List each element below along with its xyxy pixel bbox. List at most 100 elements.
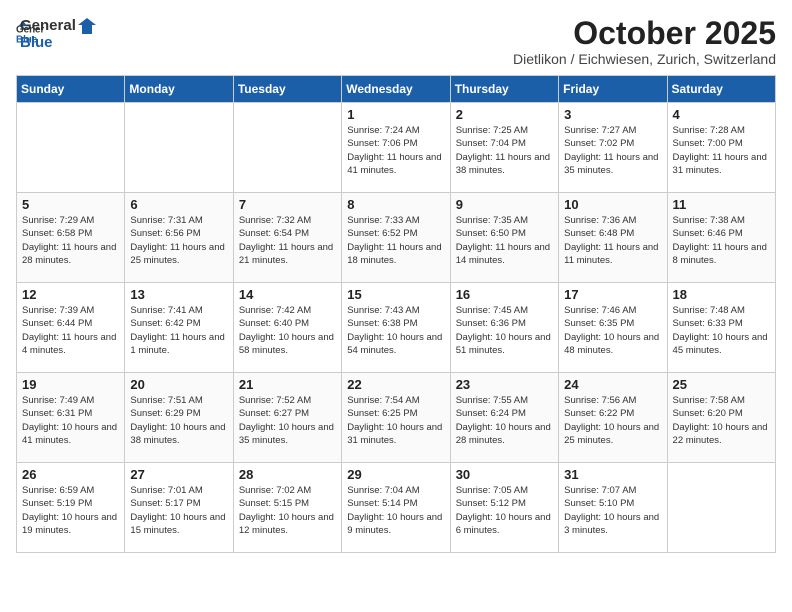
day-number: 10 — [564, 197, 661, 212]
day-number: 14 — [239, 287, 336, 302]
calendar-cell: 1Sunrise: 7:24 AMSunset: 7:06 PMDaylight… — [342, 103, 450, 193]
calendar-cell: 5Sunrise: 7:29 AMSunset: 6:58 PMDaylight… — [17, 193, 125, 283]
logo-bird-icon — [78, 16, 96, 34]
day-info: Sunrise: 7:25 AMSunset: 7:04 PMDaylight:… — [456, 124, 553, 177]
day-number: 22 — [347, 377, 444, 392]
day-number: 23 — [456, 377, 553, 392]
calendar-cell: 2 Sunrise: 7:25 AMSunset: 7:04 PMDaylight… — [450, 103, 558, 193]
calendar-cell: 31 Sunrise: 7:07 AMSunset: 5:10 PMDayligh… — [559, 463, 667, 553]
calendar-week-4: 19 Sunrise: 7:49 AMSunset: 6:31 PMDayligh… — [17, 373, 776, 463]
day-info: Sunrise: 7:55 AMSunset: 6:24 PMDaylight:… — [456, 394, 553, 447]
calendar-week-1: 1Sunrise: 7:24 AMSunset: 7:06 PMDaylight… — [17, 103, 776, 193]
calendar-cell: 9 Sunrise: 7:35 AMSunset: 6:50 PMDaylight… — [450, 193, 558, 283]
calendar-cell: 30 Sunrise: 7:05 AMSunset: 5:12 PMDayligh… — [450, 463, 558, 553]
page-header: General Blue General Blue October 2025 D… — [16, 16, 776, 67]
weekday-header-thursday: Thursday — [450, 76, 558, 103]
calendar-week-2: 5Sunrise: 7:29 AMSunset: 6:58 PMDaylight… — [17, 193, 776, 283]
calendar-cell: 23 Sunrise: 7:55 AMSunset: 6:24 PMDayligh… — [450, 373, 558, 463]
day-number: 26 — [22, 467, 119, 482]
calendar-cell: 4Sunrise: 7:28 AMSunset: 7:00 PMDaylight… — [667, 103, 775, 193]
day-info: Sunrise: 7:36 AMSunset: 6:48 PMDaylight:… — [564, 214, 661, 267]
day-number: 17 — [564, 287, 661, 302]
day-number: 15 — [347, 287, 444, 302]
day-info: Sunrise: 7:41 AMSunset: 6:42 PMDaylight:… — [130, 304, 227, 357]
day-info: Sunrise: 7:05 AMSunset: 5:12 PMDaylight:… — [456, 484, 553, 537]
day-info: Sunrise: 7:29 AMSunset: 6:58 PMDaylight:… — [22, 214, 119, 267]
calendar-cell: 19 Sunrise: 7:49 AMSunset: 6:31 PMDayligh… — [17, 373, 125, 463]
month-title: October 2025 — [513, 16, 776, 51]
logo: General Blue General Blue — [16, 16, 96, 52]
calendar-cell: 8Sunrise: 7:33 AMSunset: 6:52 PMDaylight… — [342, 193, 450, 283]
day-info: Sunrise: 7:56 AMSunset: 6:22 PMDaylight:… — [564, 394, 661, 447]
day-info: Sunrise: 6:59 AMSunset: 5:19 PMDaylight:… — [22, 484, 119, 537]
day-info: Sunrise: 7:39 AMSunset: 6:44 PMDaylight:… — [22, 304, 119, 357]
day-info: Sunrise: 7:51 AMSunset: 6:29 PMDaylight:… — [130, 394, 227, 447]
weekday-header-sunday: Sunday — [17, 76, 125, 103]
calendar-cell — [17, 103, 125, 193]
calendar-cell — [125, 103, 233, 193]
day-number: 20 — [130, 377, 227, 392]
calendar-cell: 26 Sunrise: 6:59 AMSunset: 5:19 PMDayligh… — [17, 463, 125, 553]
day-number: 27 — [130, 467, 227, 482]
day-number: 25 — [673, 377, 770, 392]
day-info: Sunrise: 7:45 AMSunset: 6:36 PMDaylight:… — [456, 304, 553, 357]
weekday-header-monday: Monday — [125, 76, 233, 103]
calendar-cell — [233, 103, 341, 193]
day-number: 9 — [456, 197, 553, 212]
day-info: Sunrise: 7:58 AMSunset: 6:20 PMDaylight:… — [673, 394, 770, 447]
day-number: 21 — [239, 377, 336, 392]
day-number: 11 — [673, 197, 770, 212]
calendar-cell: 18Sunrise: 7:48 AMSunset: 6:33 PMDayligh… — [667, 283, 775, 373]
day-info: Sunrise: 7:27 AMSunset: 7:02 PMDaylight:… — [564, 124, 661, 177]
calendar-cell: 27 Sunrise: 7:01 AMSunset: 5:17 PMDayligh… — [125, 463, 233, 553]
day-number: 30 — [456, 467, 553, 482]
day-number: 12 — [22, 287, 119, 302]
day-info: Sunrise: 7:49 AMSunset: 6:31 PMDaylight:… — [22, 394, 119, 447]
day-info: Sunrise: 7:07 AMSunset: 5:10 PMDaylight:… — [564, 484, 661, 537]
title-block: October 2025 Dietlikon / Eichwiesen, Zur… — [513, 16, 776, 67]
day-info: Sunrise: 7:28 AMSunset: 7:00 PMDaylight:… — [673, 124, 770, 177]
day-info: Sunrise: 7:02 AMSunset: 5:15 PMDaylight:… — [239, 484, 336, 537]
calendar-cell — [667, 463, 775, 553]
calendar-cell: 11Sunrise: 7:38 AMSunset: 6:46 PMDayligh… — [667, 193, 775, 283]
calendar-table: SundayMondayTuesdayWednesdayThursdayFrid… — [16, 75, 776, 553]
day-number: 19 — [22, 377, 119, 392]
day-number: 7 — [239, 197, 336, 212]
calendar-header: SundayMondayTuesdayWednesdayThursdayFrid… — [17, 76, 776, 103]
day-info: Sunrise: 7:35 AMSunset: 6:50 PMDaylight:… — [456, 214, 553, 267]
day-info: Sunrise: 7:42 AMSunset: 6:40 PMDaylight:… — [239, 304, 336, 357]
day-number: 28 — [239, 467, 336, 482]
day-info: Sunrise: 7:33 AMSunset: 6:52 PMDaylight:… — [347, 214, 444, 267]
calendar-cell: 12 Sunrise: 7:39 AMSunset: 6:44 PMDayligh… — [17, 283, 125, 373]
location-subtitle: Dietlikon / Eichwiesen, Zurich, Switzerl… — [513, 51, 776, 67]
day-info: Sunrise: 7:04 AMSunset: 5:14 PMDaylight:… — [347, 484, 444, 537]
logo-blue-text: Blue — [20, 34, 53, 51]
day-info: Sunrise: 7:31 AMSunset: 6:56 PMDaylight:… — [130, 214, 227, 267]
calendar-week-3: 12 Sunrise: 7:39 AMSunset: 6:44 PMDayligh… — [17, 283, 776, 373]
day-info: Sunrise: 7:43 AMSunset: 6:38 PMDaylight:… — [347, 304, 444, 357]
calendar-cell: 24Sunrise: 7:56 AMSunset: 6:22 PMDayligh… — [559, 373, 667, 463]
calendar-cell: 3 Sunrise: 7:27 AMSunset: 7:02 PMDaylight… — [559, 103, 667, 193]
calendar-cell: 21 Sunrise: 7:52 AMSunset: 6:27 PMDayligh… — [233, 373, 341, 463]
calendar-cell: 6Sunrise: 7:31 AMSunset: 6:56 PMDaylight… — [125, 193, 233, 283]
day-info: Sunrise: 7:54 AMSunset: 6:25 PMDaylight:… — [347, 394, 444, 447]
calendar-cell: 10 Sunrise: 7:36 AMSunset: 6:48 PMDayligh… — [559, 193, 667, 283]
calendar-cell: 28 Sunrise: 7:02 AMSunset: 5:15 PMDayligh… — [233, 463, 341, 553]
calendar-week-5: 26 Sunrise: 6:59 AMSunset: 5:19 PMDayligh… — [17, 463, 776, 553]
calendar-cell: 29Sunrise: 7:04 AMSunset: 5:14 PMDayligh… — [342, 463, 450, 553]
weekday-header-friday: Friday — [559, 76, 667, 103]
day-info: Sunrise: 7:52 AMSunset: 6:27 PMDaylight:… — [239, 394, 336, 447]
weekday-header-saturday: Saturday — [667, 76, 775, 103]
day-number: 3 — [564, 107, 661, 122]
day-info: Sunrise: 7:48 AMSunset: 6:33 PMDaylight:… — [673, 304, 770, 357]
calendar-cell: 17Sunrise: 7:46 AMSunset: 6:35 PMDayligh… — [559, 283, 667, 373]
day-number: 31 — [564, 467, 661, 482]
day-info: Sunrise: 7:24 AMSunset: 7:06 PMDaylight:… — [347, 124, 444, 177]
day-info: Sunrise: 7:01 AMSunset: 5:17 PMDaylight:… — [130, 484, 227, 537]
calendar-cell: 15 Sunrise: 7:43 AMSunset: 6:38 PMDayligh… — [342, 283, 450, 373]
weekday-header-wednesday: Wednesday — [342, 76, 450, 103]
day-number: 13 — [130, 287, 227, 302]
day-number: 2 — [456, 107, 553, 122]
calendar-cell: 20 Sunrise: 7:51 AMSunset: 6:29 PMDayligh… — [125, 373, 233, 463]
logo-general-text: General — [20, 17, 76, 34]
